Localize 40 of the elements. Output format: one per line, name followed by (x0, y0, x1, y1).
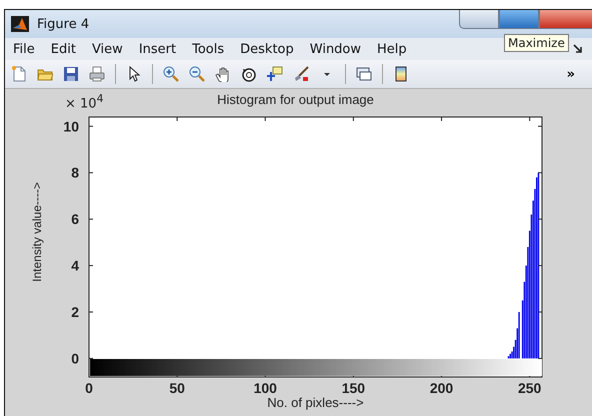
tooltip: Maximize (504, 34, 569, 52)
y-tick-label: 2 (71, 304, 79, 320)
x-tick-label: 250 (518, 380, 542, 396)
linked-plot-icon[interactable] (356, 66, 372, 82)
data-cursor-icon[interactable] (267, 66, 283, 82)
zoom-in-icon[interactable] (163, 66, 179, 82)
printer-icon[interactable] (89, 66, 105, 82)
y-tick-label: 4 (71, 258, 79, 274)
hand-icon[interactable] (215, 66, 231, 82)
menu-item[interactable]: Edit (42, 42, 84, 56)
brush-icon[interactable] (293, 66, 309, 82)
y-tick-label: 6 (71, 211, 79, 228)
dock-arrow-icon[interactable] (573, 44, 583, 54)
zoom-out-icon[interactable] (189, 66, 205, 82)
y-tick-label: 0 (71, 350, 79, 366)
x-tick-label: 50 (169, 380, 185, 396)
menu-item[interactable]: Tools (184, 42, 232, 56)
x-tick-label: 150 (342, 380, 366, 396)
x-axis-label: No. of pixles----> (267, 395, 364, 410)
y-tick-label: 10 (63, 118, 79, 134)
new-page-icon[interactable] (11, 66, 27, 82)
x-tick-label: 0 (85, 380, 93, 396)
save-icon[interactable] (63, 66, 79, 82)
menu-item[interactable]: Insert (130, 42, 184, 56)
menu-item[interactable]: File (5, 42, 43, 56)
menu-item[interactable]: Desktop (232, 42, 302, 56)
x-tick-label: 200 (430, 380, 454, 396)
rotate-icon[interactable] (241, 66, 257, 82)
app-logo-icon (11, 16, 29, 32)
y-tick-label: 8 (71, 164, 79, 181)
x-tick-label: 100 (254, 380, 277, 396)
window-title: Figure 4 (37, 16, 90, 32)
toolbar-overflow-button[interactable]: » (566, 66, 575, 82)
menu-item[interactable]: Help (369, 42, 415, 56)
colorbar-icon[interactable] (393, 66, 409, 82)
menu-item[interactable]: View (84, 42, 131, 56)
axis-exponent-label: × 10$^{4}$ (65, 92, 104, 112)
y-axis-label: Intensity value----> (30, 182, 44, 282)
menu-item[interactable]: Window (302, 42, 370, 56)
chart-title: Histogram for output image (217, 92, 374, 107)
